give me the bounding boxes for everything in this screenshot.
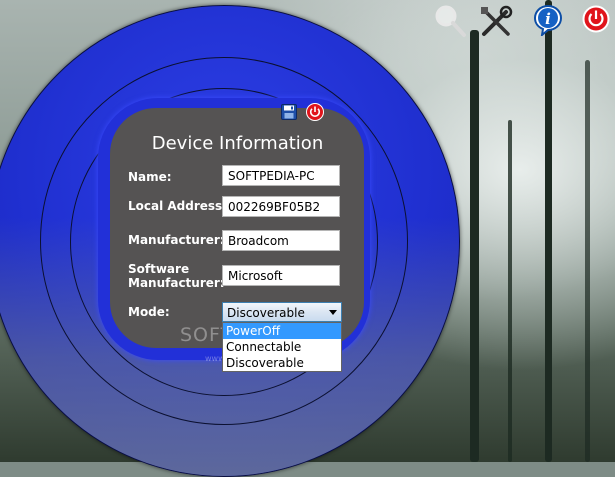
- mode-label: Mode:: [128, 305, 170, 319]
- mode-selected-value: Discoverable: [227, 306, 305, 320]
- tree-trunk: [585, 60, 590, 462]
- mode-select[interactable]: Discoverable: [222, 302, 342, 322]
- software-manufacturer-field[interactable]: Microsoft: [222, 265, 340, 286]
- mode-option-discoverable[interactable]: Discoverable: [223, 355, 341, 371]
- exit-power-icon[interactable]: [582, 5, 610, 33]
- info-icon[interactable]: i: [533, 4, 563, 36]
- manufacturer-label: Manufacturer:: [128, 233, 225, 247]
- name-field[interactable]: SOFTPEDIA-PC: [222, 165, 340, 186]
- tools-icon[interactable]: [478, 4, 514, 40]
- svg-text:i: i: [545, 10, 551, 28]
- mode-dropdown-list[interactable]: PowerOff Connectable Discoverable: [222, 322, 342, 372]
- manufacturer-field[interactable]: Broadcom: [222, 230, 340, 251]
- tree-trunk: [508, 120, 512, 462]
- local-address-label: Local Address:: [128, 199, 227, 213]
- software-manufacturer-label: Software Manufacturer:: [128, 262, 225, 290]
- mode-option-poweroff[interactable]: PowerOff: [223, 323, 341, 339]
- save-icon[interactable]: [281, 104, 297, 120]
- tree-trunk: [545, 0, 552, 462]
- power-icon[interactable]: [306, 103, 324, 121]
- chevron-down-icon[interactable]: [329, 310, 337, 315]
- panel-title: Device Information: [151, 133, 324, 154]
- name-label: Name:: [128, 170, 172, 184]
- tree-trunk: [470, 30, 479, 462]
- search-icon[interactable]: [432, 3, 468, 39]
- mode-option-connectable[interactable]: Connectable: [223, 339, 341, 355]
- local-address-field[interactable]: 002269BF05B2: [222, 196, 340, 217]
